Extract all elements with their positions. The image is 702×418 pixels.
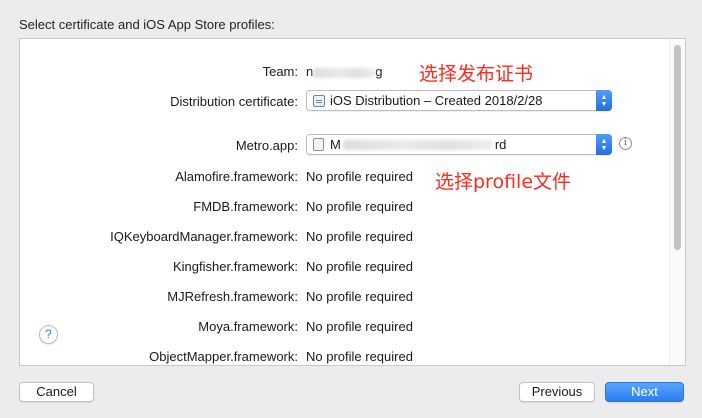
team-value: ng [306,64,382,79]
profile-annotation: 选择profile文件 [435,171,572,193]
team-redaction [313,67,376,78]
framework-value: No profile required [306,289,413,304]
scrollbar-thumb[interactable] [674,45,681,250]
distribution-certificate-value: iOS Distribution – Created 2018/2/28 [330,93,543,108]
app-profile-redaction [342,139,493,150]
app-label: Metro.app: [235,138,298,153]
framework-label: Moya.framework: [198,319,298,334]
info-icon[interactable]: i [619,137,632,150]
up-down-chevron-icon[interactable]: ▲ ▼ [596,90,612,111]
distribution-certificate-popup[interactable]: iOS Distribution – Created 2018/2/28 ▲ ▼ [306,90,612,111]
vertical-scrollbar[interactable] [669,39,685,365]
framework-value: No profile required [306,319,413,334]
previous-button[interactable]: Previous [519,382,595,402]
app-profile-prefix: M [330,137,341,152]
framework-value: No profile required [306,199,413,214]
app-file-icon [313,138,324,151]
sheet-title: Select certificate and iOS App Store pro… [19,17,275,32]
framework-label: Kingfisher.framework: [173,259,298,274]
framework-value: No profile required [306,229,413,244]
certificate-annotation: 选择发布证书 [419,63,534,85]
cancel-button[interactable]: Cancel [19,382,94,402]
team-value-suffix: g [375,64,383,79]
distribution-certificate-label: Distribution certificate: [170,94,298,109]
question-mark-icon[interactable]: ? [39,325,58,344]
certificate-icon [313,94,325,107]
profiles-panel: Team: ng 选择发布证书 Distribution certificate… [19,38,686,366]
framework-value: No profile required [306,349,413,364]
app-profile-suffix: rd [494,137,507,152]
up-down-chevron-icon[interactable]: ▲ ▼ [596,134,612,155]
framework-value: No profile required [306,259,413,274]
export-sheet: Select certificate and iOS App Store pro… [0,0,702,418]
framework-label: IQKeyboardManager.framework: [110,229,298,244]
app-profile-popup[interactable]: Mrd ▲ ▼ [306,134,612,155]
framework-label: FMDB.framework: [193,199,298,214]
team-value-prefix: n [306,64,314,79]
framework-value: No profile required [306,169,413,184]
framework-label: Alamofire.framework: [175,169,298,184]
framework-label: MJRefresh.framework: [167,289,298,304]
team-label: Team: [262,64,298,79]
next-button[interactable]: Next [605,382,684,402]
framework-label: ObjectMapper.framework: [149,349,298,364]
